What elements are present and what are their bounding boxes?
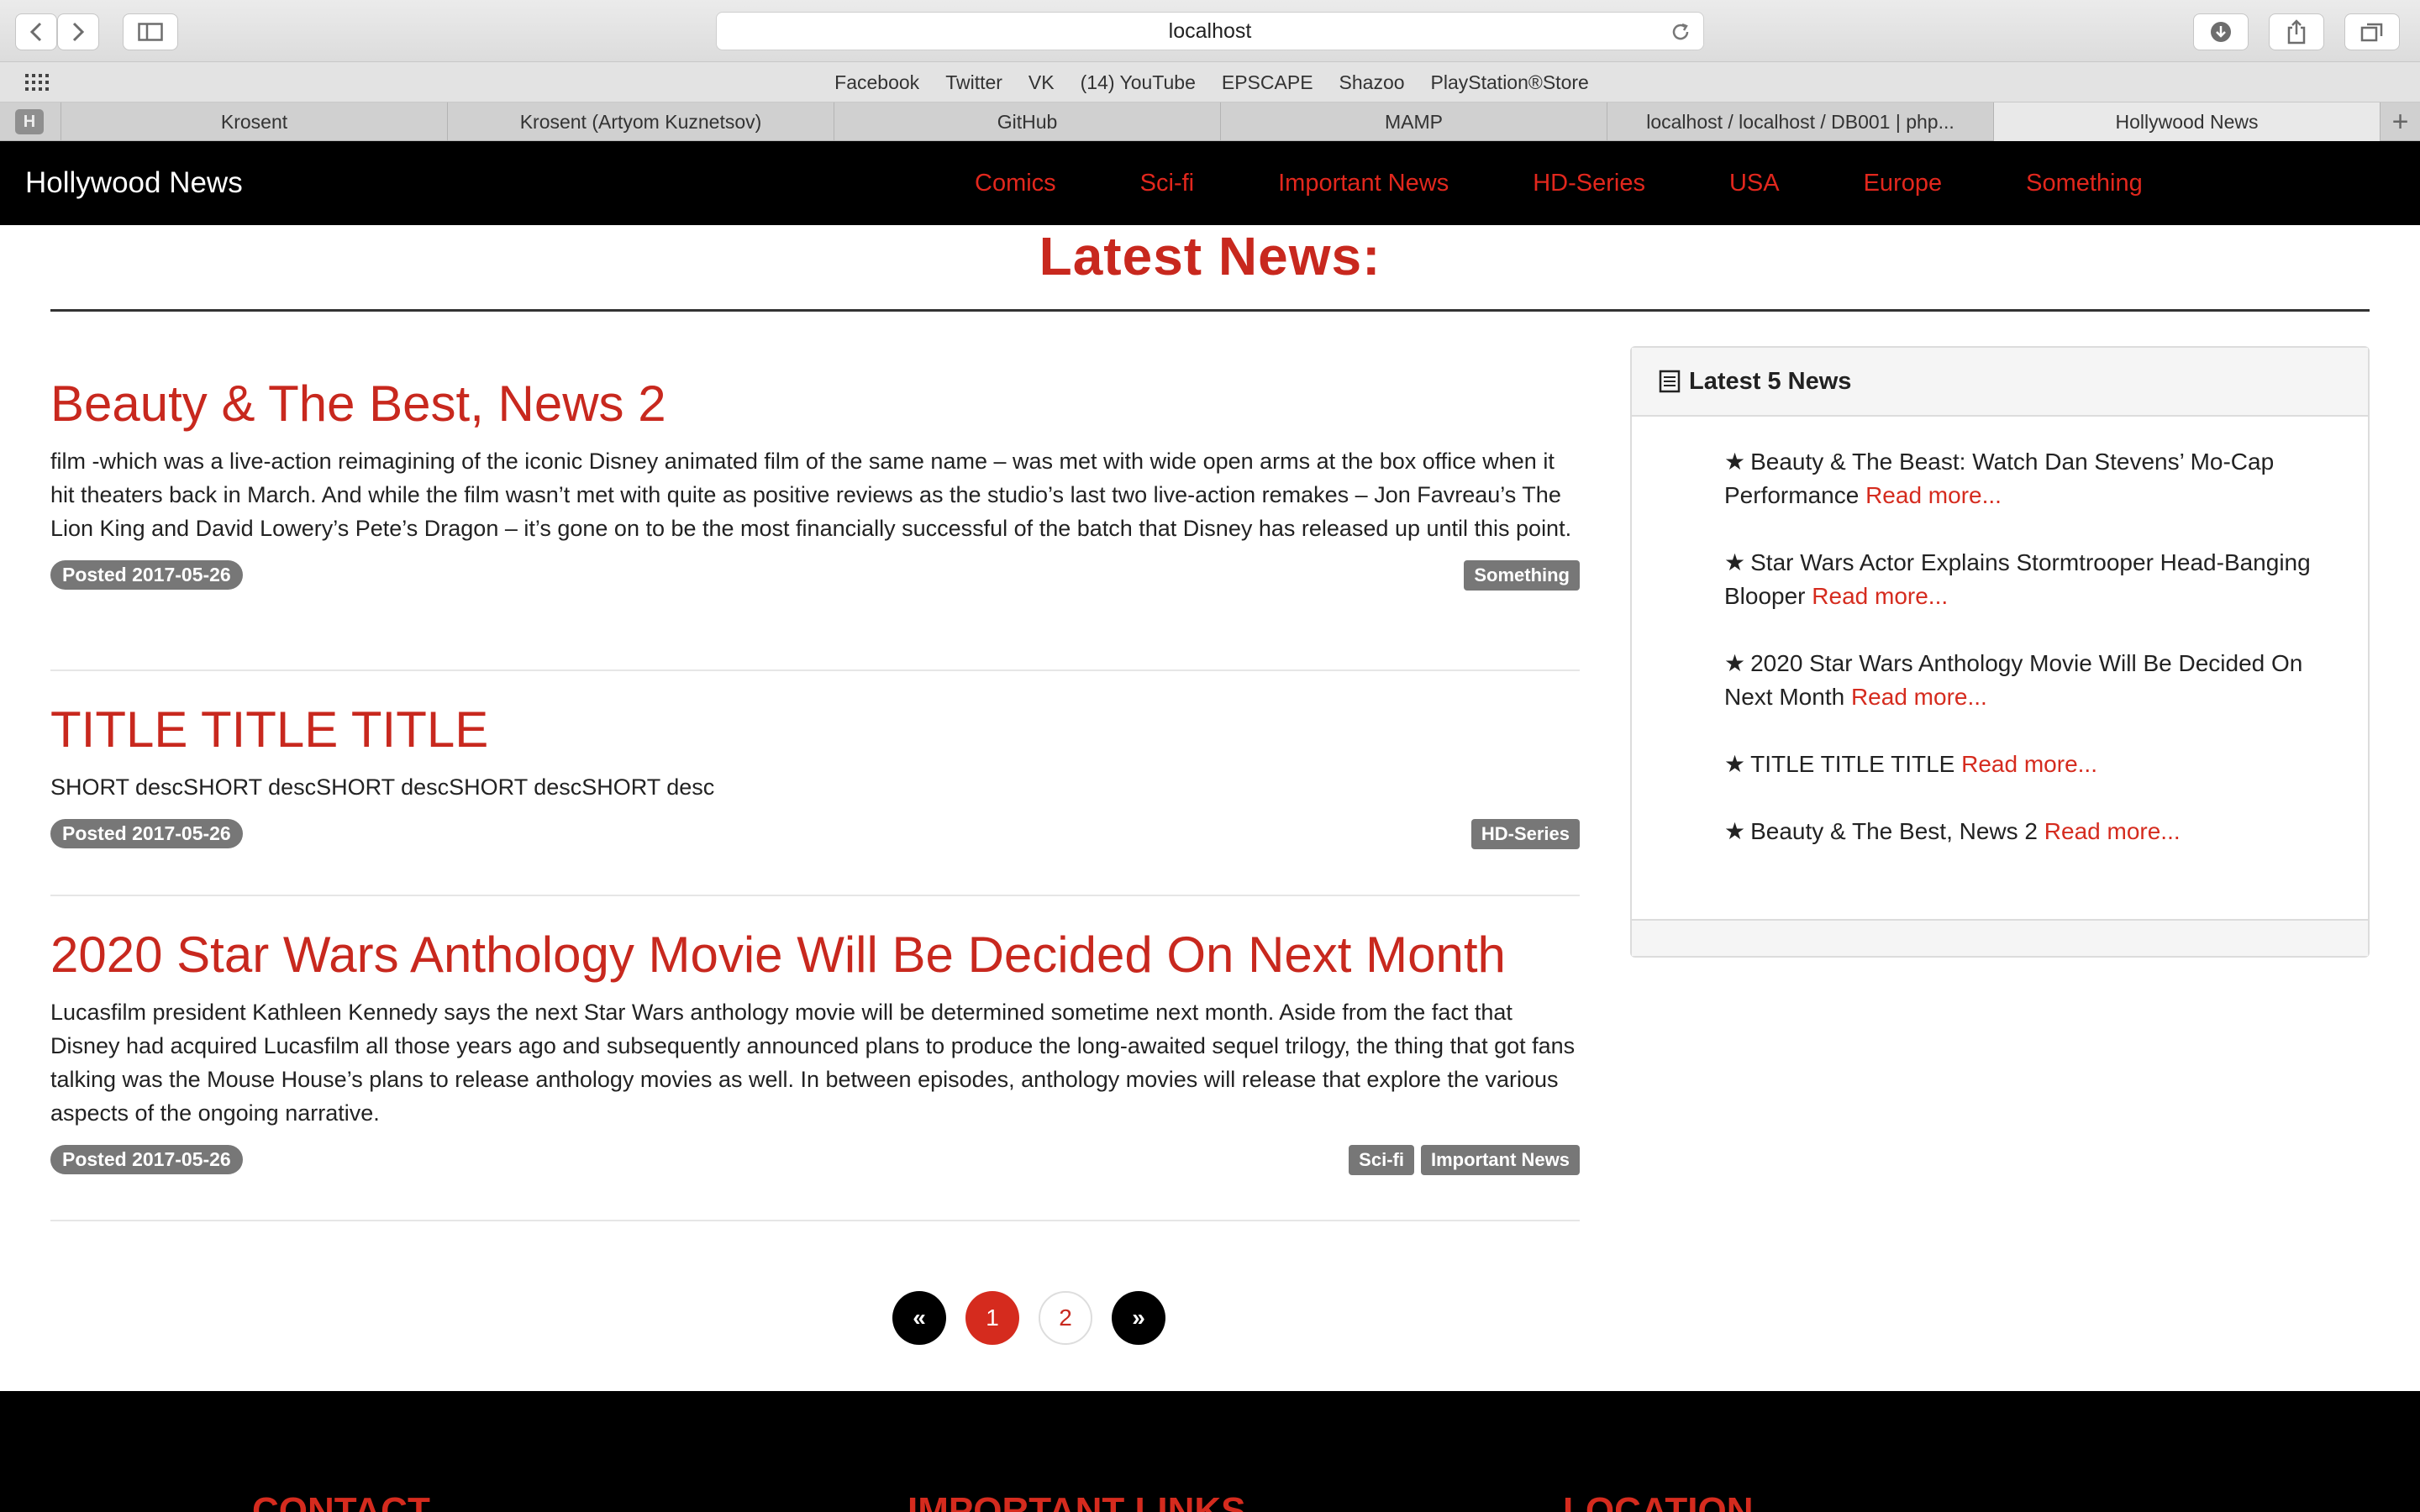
- nav-comics[interactable]: Comics: [975, 170, 1056, 197]
- address-bar[interactable]: localhost: [716, 12, 1704, 50]
- read-more-link[interactable]: Read more...: [1851, 684, 1987, 710]
- post-tag[interactable]: Important News: [1420, 1145, 1580, 1175]
- favorite-youtube[interactable]: (14) YouTube: [1081, 71, 1196, 94]
- tab-mamp[interactable]: MAMP: [1220, 102, 1607, 141]
- favorite-twitter[interactable]: Twitter: [945, 71, 1002, 94]
- star-icon: ★: [1724, 751, 1746, 777]
- latest-news-title: 2020 Star Wars Anthology Movie Will Be D…: [1724, 650, 2303, 710]
- site-navbar: Hollywood News Comics Sci-fi Important N…: [0, 141, 2420, 225]
- news-post: Beauty & The Best, News 2 film -which wa…: [50, 375, 1580, 591]
- nav-important-news[interactable]: Important News: [1278, 170, 1449, 197]
- news-post: TITLE TITLE TITLE SHORT descSHORT descSH…: [50, 701, 1580, 849]
- new-tab-button[interactable]: +: [2380, 102, 2420, 141]
- pagination-next[interactable]: »: [1112, 1291, 1165, 1345]
- pagination-prev[interactable]: «: [892, 1291, 946, 1345]
- favorite-facebook[interactable]: Facebook: [834, 71, 919, 94]
- latest-news-item: ★ Beauty & The Beast: Watch Dan Stevens’ …: [1724, 445, 2334, 512]
- favorites-bar: Facebook Twitter VK (14) YouTube EPSCAPE…: [0, 62, 2420, 102]
- post-title[interactable]: Beauty & The Best, News 2: [50, 375, 1580, 433]
- read-more-link[interactable]: Read more...: [1961, 751, 2097, 777]
- post-meta: Posted 2017-05-26 HD-Series: [50, 819, 1580, 849]
- tab-hollywood-news[interactable]: Hollywood News: [1993, 102, 2380, 141]
- latest-news-title: Beauty & The Best, News 2: [1750, 818, 2038, 844]
- post-date-badge: Posted 2017-05-26: [50, 560, 243, 590]
- post-date-badge: Posted 2017-05-26: [50, 819, 243, 848]
- share-icon: [2287, 19, 2306, 45]
- nav-hd-series[interactable]: HD-Series: [1533, 170, 1645, 197]
- show-tabs-button[interactable]: [2344, 13, 2400, 50]
- star-icon: ★: [1724, 549, 1746, 575]
- star-icon: ★: [1724, 449, 1746, 475]
- tab-github[interactable]: GitHub: [834, 102, 1220, 141]
- post-title[interactable]: TITLE TITLE TITLE: [50, 701, 1580, 759]
- tab-krosent[interactable]: Krosent: [60, 102, 447, 141]
- post-body: SHORT descSHORT descSHORT descSHORT desc…: [50, 774, 715, 800]
- panel-header: Latest 5 News: [1632, 348, 2368, 417]
- latest-news-item: ★ Beauty & The Best, News 2 Read more...: [1724, 815, 2334, 848]
- post-meta: Posted 2017-05-26 Sci-fi Important News: [50, 1145, 1580, 1175]
- heading-divider: [50, 309, 2370, 312]
- post-divider: [50, 1220, 1580, 1221]
- post-divider: [50, 895, 1580, 896]
- star-icon: ★: [1724, 650, 1746, 676]
- panel-footer: [1632, 919, 2368, 956]
- footer-heading-contact: CONTACT: [252, 1490, 430, 1512]
- favorite-vk[interactable]: VK: [1028, 71, 1055, 94]
- tab-krosent-artyom[interactable]: Krosent (Artyom Kuznetsov): [447, 102, 834, 141]
- list-icon: [1659, 370, 1681, 393]
- pagination-page-2[interactable]: 2: [1039, 1291, 1092, 1345]
- latest-news-title: TITLE TITLE TITLE: [1750, 751, 1955, 777]
- nav-europe[interactable]: Europe: [1864, 170, 1943, 197]
- sidebar-icon: [138, 23, 163, 41]
- tabs-overview-icon: [2360, 23, 2383, 42]
- post-body: film -which was a live-action reimaginin…: [50, 449, 1572, 541]
- latest-news-item: ★ 2020 Star Wars Anthology Movie Will Be …: [1724, 647, 2334, 714]
- post-meta: Posted 2017-05-26 Something: [50, 560, 1580, 591]
- share-button[interactable]: [2269, 13, 2324, 50]
- nav-usa[interactable]: USA: [1729, 170, 1780, 197]
- back-button[interactable]: [15, 13, 57, 50]
- star-icon: ★: [1724, 818, 1746, 844]
- post-body: Lucasfilm president Kathleen Kennedy say…: [50, 1000, 1576, 1126]
- address-text: localhost: [1168, 18, 1252, 43]
- read-more-link[interactable]: Read more...: [1812, 583, 1948, 609]
- footer-heading-links: IMPORTANT LINKS: [908, 1490, 1246, 1512]
- chevron-left-icon: [29, 22, 42, 42]
- footer-heading-location: LOCATION: [1563, 1490, 1754, 1512]
- chevron-right-icon: [72, 22, 85, 42]
- page-title: Latest News:: [1039, 226, 1381, 286]
- browser-toolbar: localhost: [0, 0, 2420, 62]
- news-post: 2020 Star Wars Anthology Movie Will Be D…: [50, 926, 1580, 1175]
- forward-button[interactable]: [57, 13, 99, 50]
- site-brand[interactable]: Hollywood News: [25, 141, 243, 225]
- post-title[interactable]: 2020 Star Wars Anthology Movie Will Be D…: [50, 926, 1580, 984]
- favorite-epscape[interactable]: EPSCAPE: [1222, 71, 1313, 94]
- site-footer: CONTACT IMPORTANT LINKS LOCATION: [0, 1391, 2420, 1512]
- downloads-button[interactable]: [2193, 13, 2249, 50]
- tab-phpmyadmin[interactable]: localhost / localhost / DB001 | php...: [1607, 102, 1993, 141]
- latest-news-panel: Latest 5 News ★ Beauty & The Beast: Watch…: [1630, 346, 2370, 958]
- read-more-link[interactable]: Read more...: [1865, 482, 2002, 508]
- pagination-page-1[interactable]: 1: [965, 1291, 1019, 1345]
- pinned-tab[interactable]: H: [15, 109, 44, 134]
- sidebar-toggle-button[interactable]: [123, 13, 178, 50]
- post-tag[interactable]: HD-Series: [1470, 819, 1580, 849]
- panel-title: Latest 5 News: [1689, 367, 1852, 395]
- post-tag[interactable]: Sci-fi: [1349, 1145, 1414, 1175]
- post-date-badge: Posted 2017-05-26: [50, 1145, 243, 1174]
- download-icon: [2211, 22, 2231, 42]
- post-tag[interactable]: Something: [1464, 560, 1580, 591]
- post-divider: [50, 669, 1580, 671]
- tab-bar: H Krosent Krosent (Artyom Kuznetsov) Git…: [0, 102, 2420, 141]
- favorite-playstation-store[interactable]: PlayStation®Store: [1431, 71, 1589, 94]
- latest-news-item: ★ TITLE TITLE TITLE Read more...: [1724, 748, 2334, 781]
- favorite-shazoo[interactable]: Shazoo: [1339, 71, 1405, 94]
- reload-icon[interactable]: [1670, 21, 1691, 43]
- nav-links: Comics Sci-fi Important News HD-Series U…: [975, 141, 2227, 225]
- latest-news-item: ★ Star Wars Actor Explains Stormtrooper H…: [1724, 546, 2334, 613]
- pagination: « 1 2 »: [892, 1291, 1165, 1345]
- nav-something[interactable]: Something: [2026, 170, 2143, 197]
- nav-sci-fi[interactable]: Sci-fi: [1140, 170, 1194, 197]
- read-more-link[interactable]: Read more...: [2044, 818, 2181, 844]
